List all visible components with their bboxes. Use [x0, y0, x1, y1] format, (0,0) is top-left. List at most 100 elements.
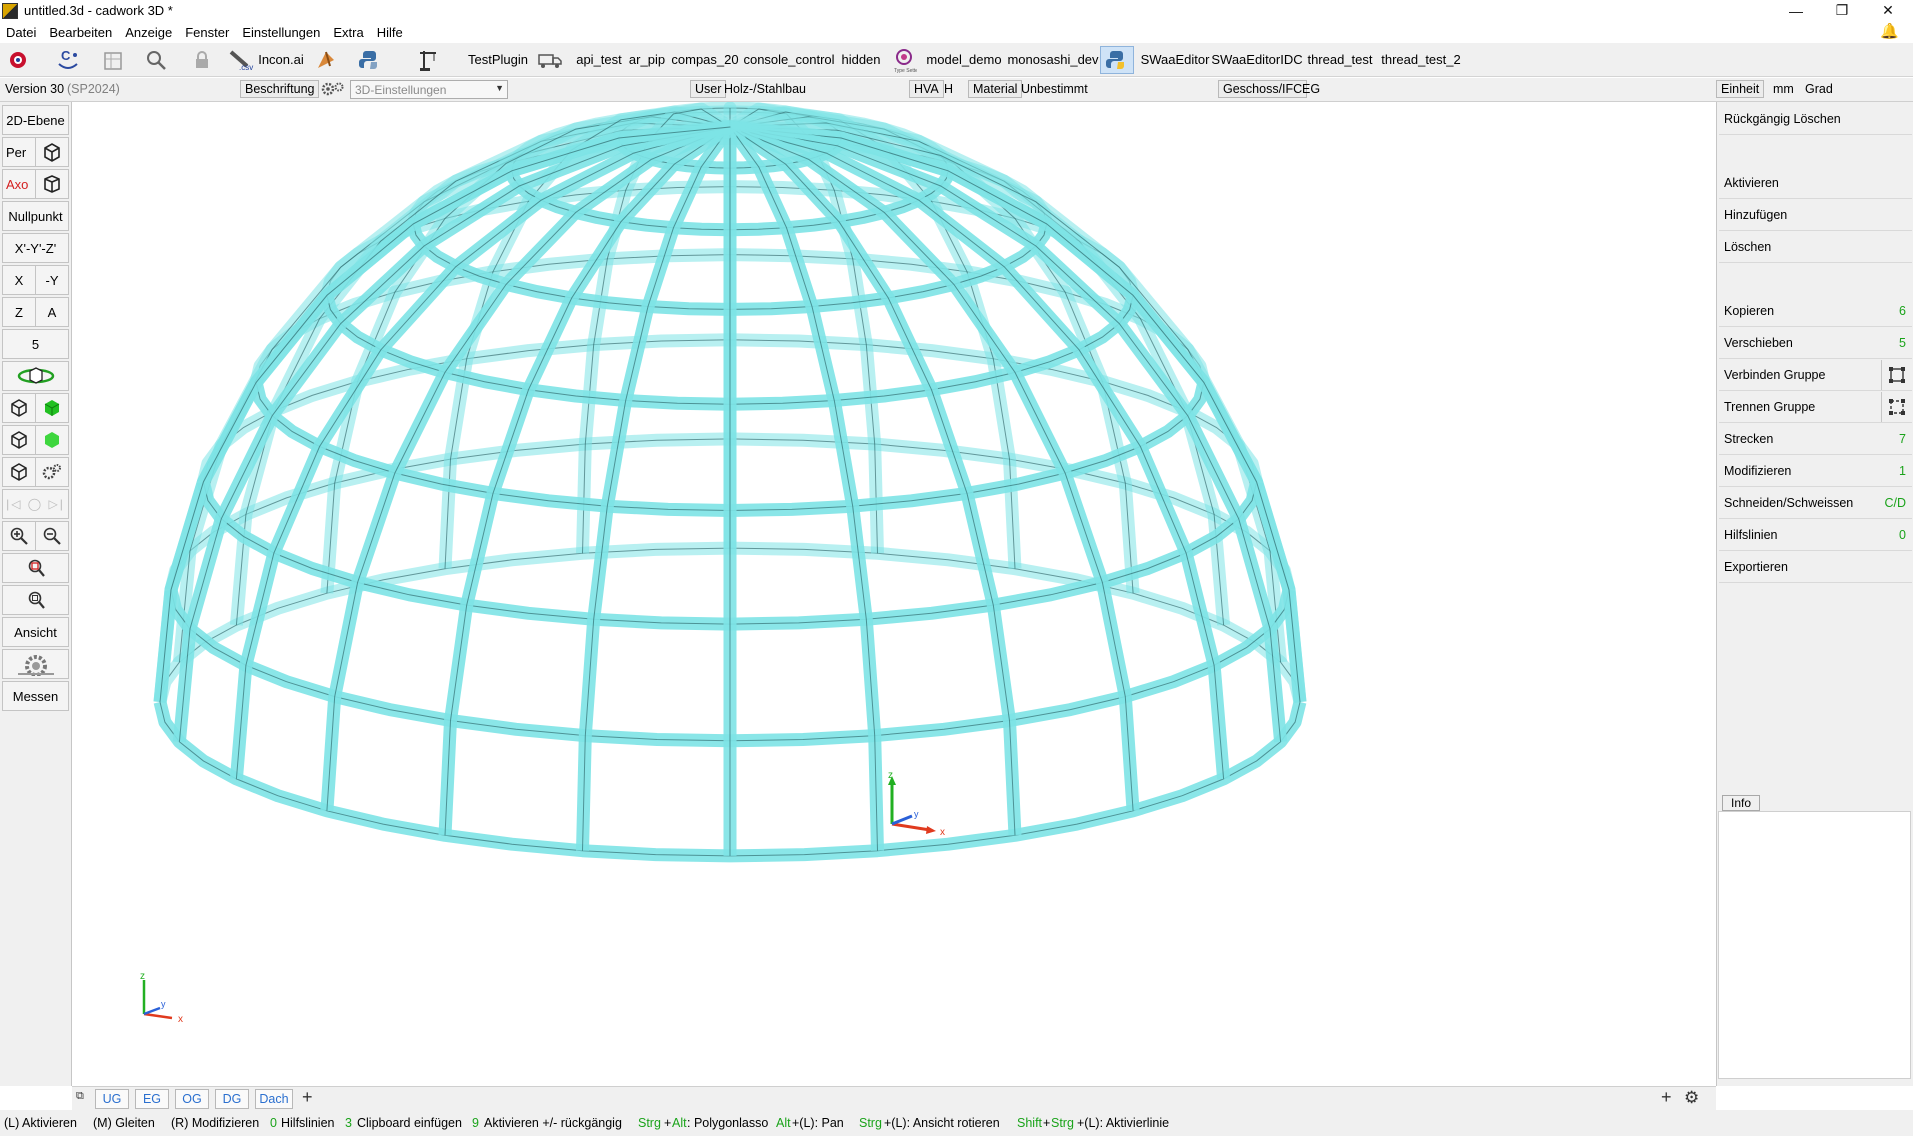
- notification-bell-icon[interactable]: 🔔: [1880, 22, 1899, 40]
- loeschen-button[interactable]: Löschen: [1719, 232, 1912, 263]
- hinzufuegen-button[interactable]: Hinzufügen: [1719, 200, 1912, 231]
- gears-settings-icon[interactable]: [320, 80, 346, 101]
- tab-og[interactable]: OG: [175, 1089, 209, 1109]
- user-button[interactable]: User: [690, 80, 727, 98]
- zoom-window-icon[interactable]: [2, 553, 69, 583]
- loeschen-label: Löschen: [1724, 240, 1772, 254]
- python-icon[interactable]: [356, 48, 384, 72]
- plugin-swaa-editor-idc[interactable]: SWaaEditorIDC: [1211, 45, 1302, 75]
- plugin-console-control[interactable]: console_control: [743, 45, 834, 75]
- hva-button[interactable]: HVA: [909, 80, 944, 98]
- zoom-out-icon[interactable]: [35, 521, 69, 551]
- plugin-api-test[interactable]: api_test: [574, 45, 624, 75]
- dome-model[interactable]: [72, 102, 1716, 1080]
- crane-icon[interactable]: [414, 48, 442, 72]
- view-z-button[interactable]: Z: [2, 297, 36, 327]
- tab-ug[interactable]: UG: [95, 1089, 129, 1109]
- close-button[interactable]: ✕: [1865, 0, 1911, 21]
- group-join-icon[interactable]: [1881, 360, 1912, 390]
- group-split-icon[interactable]: [1881, 392, 1912, 422]
- modifizieren-button[interactable]: Modifizieren 1: [1719, 456, 1912, 487]
- add-view-icon[interactable]: +: [1661, 1087, 1672, 1108]
- kopieren-button[interactable]: Kopieren 6: [1719, 296, 1912, 327]
- view-x-button[interactable]: X: [2, 265, 36, 295]
- beschriftung-button[interactable]: Beschriftung: [240, 80, 320, 98]
- menu-extra[interactable]: Extra: [331, 25, 370, 40]
- cadwork-logo-icon[interactable]: [4, 48, 32, 72]
- undo-delete-button[interactable]: Rückgängig Löschen: [1719, 104, 1912, 135]
- search-icon[interactable]: [142, 48, 170, 72]
- verschieben-button[interactable]: Verschieben 5: [1719, 328, 1912, 359]
- tab-dach[interactable]: Dach: [255, 1089, 293, 1109]
- view-a-button[interactable]: A: [35, 297, 69, 327]
- info-tab[interactable]: Info: [1722, 795, 1761, 811]
- plugin-hidden[interactable]: hidden: [840, 45, 882, 75]
- type-setter-icon[interactable]: Type Setter: [890, 48, 918, 73]
- rotate-view-icon[interactable]: [2, 361, 69, 391]
- view-5-button[interactable]: 5: [2, 329, 69, 359]
- truck-icon[interactable]: [536, 48, 564, 72]
- shaded-green-cube-icon[interactable]: [35, 425, 69, 455]
- axo-cube-icon[interactable]: [35, 169, 69, 199]
- python-plugin-selected-icon[interactable]: [1100, 45, 1134, 74]
- menu-einstellungen[interactable]: Einstellungen: [240, 25, 327, 40]
- xyz-prime-button[interactable]: X'-Y'-Z': [2, 233, 69, 263]
- 3d-settings-dropdown[interactable]: 3D-Einstellungen ▼: [350, 80, 508, 99]
- trennen-gruppe-button[interactable]: Trennen Gruppe: [1719, 392, 1912, 423]
- plugin-thread-test-2[interactable]: thread_test_2: [1380, 45, 1462, 75]
- csv-sync-icon[interactable]: C: [54, 48, 82, 72]
- menu-datei[interactable]: Datei: [4, 25, 43, 40]
- 3d-viewport[interactable]: z x y z x y: [72, 102, 1716, 1080]
- plugin-monosashi-dev[interactable]: monosashi_dev: [1007, 45, 1098, 75]
- strecken-button[interactable]: Strecken 7: [1719, 424, 1912, 455]
- restore-button[interactable]: ❐: [1819, 0, 1865, 21]
- aktivieren-button[interactable]: Aktivieren: [1719, 168, 1912, 199]
- add-floor-tab-icon[interactable]: +: [302, 1087, 313, 1108]
- tab-dg[interactable]: DG: [215, 1089, 249, 1109]
- view-settings-gear-icon[interactable]: ⚙: [1684, 1088, 1699, 1108]
- ansicht-button[interactable]: Ansicht: [2, 617, 69, 647]
- plugin-thread-test[interactable]: thread_test: [1306, 45, 1374, 75]
- hilfslinien-button[interactable]: Hilfslinien 0: [1719, 520, 1912, 551]
- building-icon[interactable]: [100, 48, 128, 72]
- verbinden-gruppe-button[interactable]: Verbinden Gruppe: [1719, 360, 1912, 391]
- incon-ai-plugin[interactable]: Incon.ai: [258, 45, 304, 75]
- plugin-model-demo[interactable]: model_demo: [926, 45, 1002, 75]
- axo-button[interactable]: Axo: [2, 169, 36, 199]
- perspective-cube-icon[interactable]: [35, 137, 69, 167]
- 2d-ebene-button[interactable]: 2D-Ebene: [2, 105, 69, 135]
- restore-window-icon[interactable]: ⧉: [76, 1090, 84, 1103]
- plugin-ar-pip[interactable]: ar_pip: [628, 45, 666, 75]
- minimize-button[interactable]: —: [1773, 0, 1819, 21]
- menu-bearbeiten[interactable]: Bearbeiten: [47, 25, 119, 40]
- zoom-in-icon[interactable]: [2, 521, 36, 551]
- zoom-all-icon[interactable]: [2, 585, 69, 615]
- hidden-line-cube-icon[interactable]: [2, 425, 36, 455]
- menu-hilfe[interactable]: Hilfe: [375, 25, 410, 40]
- perspective-button[interactable]: Per: [2, 137, 36, 167]
- nullpunkt-button[interactable]: Nullpunkt: [2, 201, 69, 231]
- schneiden-schweissen-button[interactable]: Schneiden/Schweissen C/D: [1719, 488, 1912, 519]
- csv-export-icon[interactable]: .csv: [228, 48, 256, 72]
- menu-anzeige[interactable]: Anzeige: [123, 25, 179, 40]
- cube-render-icon[interactable]: [2, 457, 36, 487]
- menu-bar: Datei Bearbeiten Anzeige Fenster Einstel…: [0, 21, 1913, 43]
- wireframe-cube-icon[interactable]: [2, 393, 36, 423]
- tab-eg[interactable]: EG: [135, 1089, 169, 1109]
- exportieren-button[interactable]: Exportieren: [1719, 552, 1912, 583]
- messen-button[interactable]: Messen: [2, 681, 69, 711]
- plugin-swaa-editor[interactable]: SWaaEditor: [1141, 45, 1210, 75]
- testplugin-button[interactable]: TestPlugin: [460, 45, 536, 75]
- menu-fenster[interactable]: Fenster: [183, 25, 236, 40]
- solid-green-cube-icon[interactable]: [35, 393, 69, 423]
- view-neg-y-button[interactable]: -Y: [35, 265, 69, 295]
- lock-icon[interactable]: [188, 48, 216, 72]
- view-gear-icon[interactable]: [2, 649, 69, 679]
- material-button[interactable]: Material: [968, 80, 1023, 98]
- geschoss-ifc-button[interactable]: Geschoss/IFC: [1218, 80, 1308, 98]
- beam-tool-icon[interactable]: [312, 48, 340, 72]
- render-settings-gear-icon[interactable]: [35, 457, 69, 487]
- plugin-compas-20[interactable]: compas_20: [671, 45, 738, 75]
- einheit-button[interactable]: Einheit: [1716, 80, 1765, 98]
- playback-controls-icon[interactable]: |◁ ◯ ▷|: [2, 489, 69, 519]
